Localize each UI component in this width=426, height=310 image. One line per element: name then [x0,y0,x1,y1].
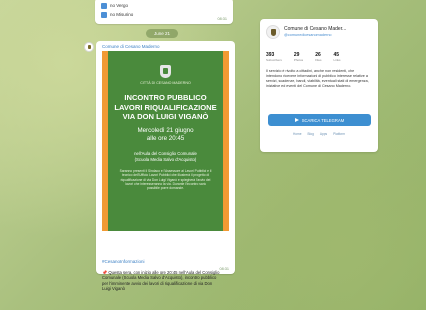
poll-option[interactable]: no Vergo [101,1,227,10]
channel-avatar [266,25,280,39]
poll-option-label: no Vergo [110,3,129,8]
channel-handle[interactable]: @comunedicesanomaderno [284,33,332,37]
stat-label: Files [315,58,322,62]
channel-post: Comune di Cesano Maderno CITTÀ DI CESANO… [96,41,235,291]
stat-label: Photos [293,58,304,62]
stat-label: Links [333,58,341,62]
download-telegram-button[interactable]: SCARICA TELEGRAM [268,114,371,126]
checkbox-icon [101,11,107,18]
poll-option[interactable]: no Misurino [101,10,227,19]
telegram-plane-icon [294,118,299,122]
channel-info-card: Comune di Cesano Mader... @comunedicesan… [260,19,378,152]
poster-panel: CITTÀ DI CESANO MADERNO INCONTRO PUBBLIC… [108,51,223,231]
poster-title-line: INCONTRO PUBBLICO [124,93,207,102]
stat-links: 45 Links [334,52,341,62]
date-separator: June 21 [146,29,178,38]
checkbox-icon [101,2,107,9]
poster-venue: nell'Aula del Consiglio Comunale (Scuola… [108,151,223,162]
link-platform[interactable]: Platform [333,132,345,136]
post-caption: 📌 Questa sera, con inizio alle ore 20:45… [102,270,220,292]
poster-venue-line: (Scuola Media Salvo d'Acquisto) [134,156,197,162]
poster-date: Mercoledì 21 giugno [137,127,194,134]
poster-title-line: VIA DON LUIGI VIGANÒ [122,112,209,122]
city-crest-icon [160,65,171,78]
stat-photos: 29 Photos [294,52,303,62]
channel-stats: 393 Subscribers 29 Photos 26 Files 45 Li… [266,52,341,62]
link-blog[interactable]: Blog [307,132,313,136]
stat-subscribers: 393 Subscribers [266,52,282,62]
footer-links: Home Blog Apps Platform [260,132,378,136]
channel-description: Il servizio è rivolto a cittadini, anche… [266,69,369,88]
poster-time: alle ore 20:45 [146,135,185,142]
button-label: SCARICA TELEGRAM [301,117,345,123]
poster-body-text: Saranno presenti il Sindaco e l'Assessor… [119,169,212,191]
message-time: 08:31 [217,17,227,21]
poster-title-line: LAVORI RIQUALIFICAZIONE [114,102,217,112]
channel-name: Comune di Cesano Mader... [284,26,347,32]
link-home[interactable]: Home [293,132,302,136]
sender-name[interactable]: Comune di Cesano Maderno [102,44,160,49]
event-poster-image[interactable]: CITTÀ DI CESANO MADERNO INCONTRO PUBBLIC… [102,51,229,231]
hashtag-link[interactable]: #CesanoInformazioni [102,259,145,264]
poll-message: no Vergo no Misurino 08:31 [95,0,233,24]
stat-label: Subscribers [266,58,282,62]
poster-datetime: Mercoledì 21 giugno alle ore 20:45 [108,127,223,143]
poll-option-label: no Misurino [110,12,134,17]
poster-title: INCONTRO PUBBLICO LAVORI RIQUALIFICAZION… [108,93,223,122]
link-apps[interactable]: Apps [320,132,327,136]
sender-avatar[interactable] [84,42,94,52]
poster-municipio: CITTÀ DI CESANO MADERNO [140,81,191,85]
stat-files: 26 Files [315,52,321,62]
message-time: 08:31 [219,267,229,271]
